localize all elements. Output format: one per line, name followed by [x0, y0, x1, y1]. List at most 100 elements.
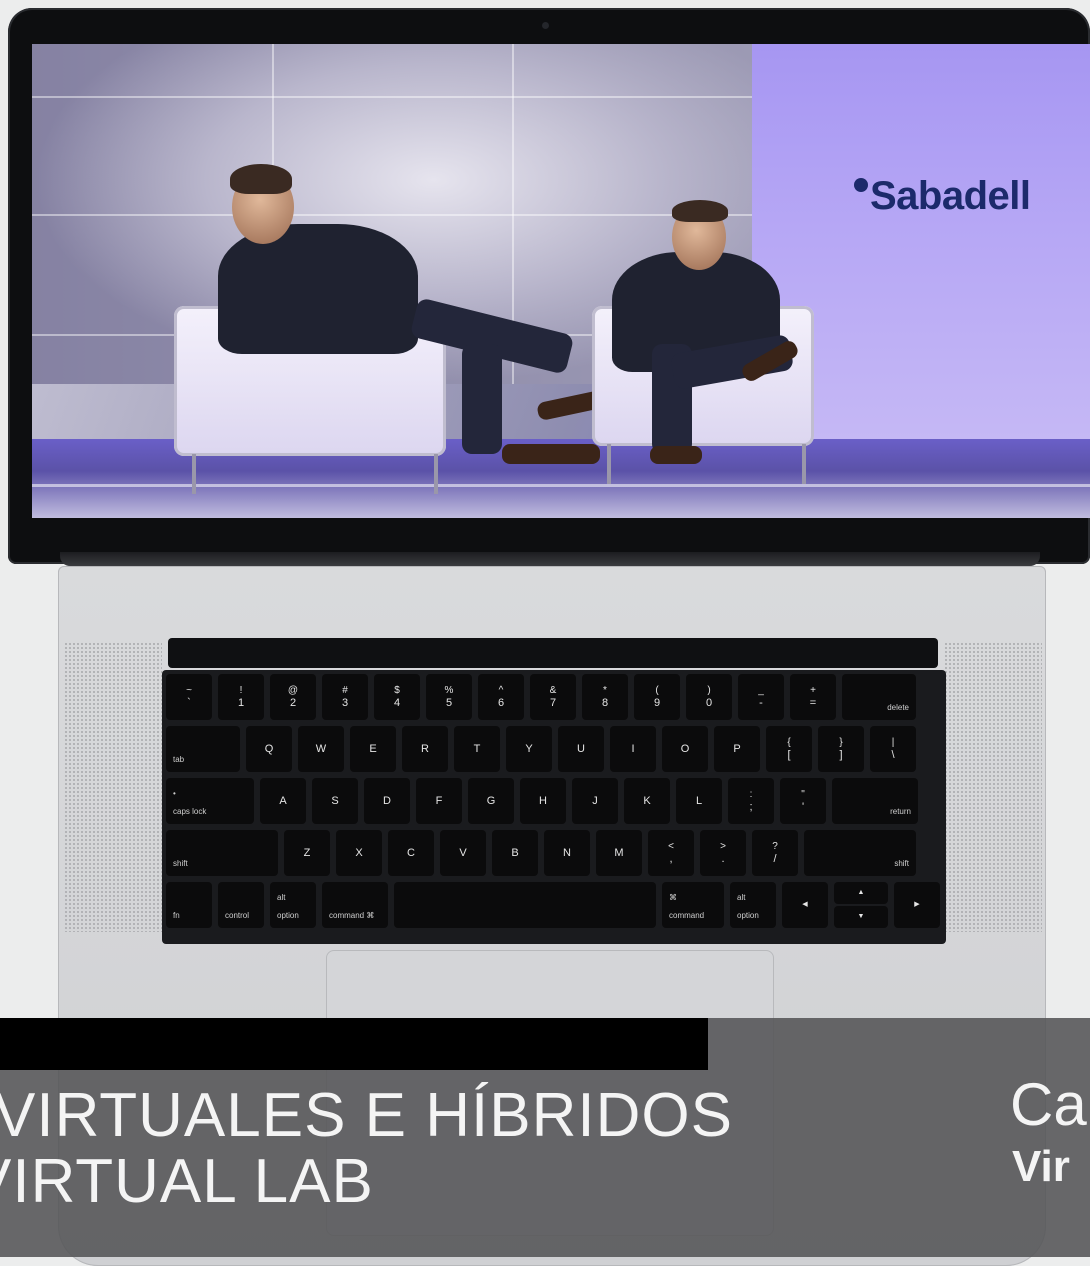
key-m[interactable]: M	[596, 830, 642, 876]
key-tilde[interactable]: ~ `	[166, 674, 212, 720]
key-v[interactable]: V	[440, 830, 486, 876]
key-label: L	[695, 795, 703, 807]
laptop-screen-photo: Sabadell	[32, 44, 1090, 518]
key-arrow-right[interactable]: ▶	[894, 882, 940, 928]
key-shift-left[interactable]: shift	[166, 830, 278, 876]
key-r[interactable]: R	[402, 726, 448, 772]
touch-bar[interactable]	[168, 638, 938, 668]
key-bottom-glyph: ,	[669, 853, 673, 865]
key-n[interactable]: N	[544, 830, 590, 876]
key-arrow-left[interactable]: ◀	[782, 882, 828, 928]
key-bottom-glyph: =	[809, 697, 817, 709]
key-label: A	[279, 795, 287, 807]
key-l[interactable]: L	[676, 778, 722, 824]
key-c[interactable]: C	[388, 830, 434, 876]
key-bottom-glyph: 0	[705, 697, 713, 709]
key-right-bracket[interactable]: }]	[818, 726, 864, 772]
camera-icon	[542, 22, 549, 29]
key-f[interactable]: F	[416, 778, 462, 824]
key-slash[interactable]: ? /	[752, 830, 798, 876]
key-q[interactable]: Q	[246, 726, 292, 772]
chair-leg	[434, 454, 438, 494]
key-label: N	[563, 847, 571, 859]
arrow-up-icon: ▲	[857, 889, 865, 896]
key-label: shift	[894, 859, 909, 868]
key-6[interactable]: ^ 6	[478, 674, 524, 720]
key-period[interactable]: >.	[700, 830, 746, 876]
key-comma[interactable]: <,	[648, 830, 694, 876]
key-label: control	[225, 911, 250, 920]
key-bottom-glyph: 3	[341, 697, 349, 709]
key-4[interactable]: $4	[374, 674, 420, 720]
key-left-bracket[interactable]: {[	[766, 726, 812, 772]
key-label: G	[486, 795, 496, 807]
key-fn[interactable]: fn	[166, 882, 212, 928]
key-bottom-glyph: -	[759, 697, 763, 709]
key-bottom-glyph: 9	[653, 697, 661, 709]
key-command-left[interactable]: command ⌘	[322, 882, 388, 928]
key-8[interactable]: * 8	[582, 674, 628, 720]
key-top-glyph: &	[549, 685, 557, 696]
banner-title-line-2: VIRTUAL LAB	[0, 1147, 374, 1216]
speaker-left-hair	[230, 164, 292, 194]
key-label: shift	[173, 859, 188, 868]
key-space[interactable]	[394, 882, 656, 928]
key-y[interactable]: Y	[506, 726, 552, 772]
key-command-right[interactable]: ⌘ command	[662, 882, 724, 928]
key-option-right[interactable]: alt option	[730, 882, 776, 928]
key-label: K	[643, 795, 651, 807]
key-arrow-up[interactable]: ▲	[834, 882, 888, 904]
video-wall-seam	[32, 214, 762, 216]
key-label: delete	[887, 703, 909, 712]
key-e[interactable]: E	[350, 726, 396, 772]
key-label: H	[539, 795, 547, 807]
key-p[interactable]: P	[714, 726, 760, 772]
key-d[interactable]: D	[364, 778, 410, 824]
key-j[interactable]: J	[572, 778, 618, 824]
key-control[interactable]: control	[218, 882, 264, 928]
key-bottom-glyph: .	[721, 853, 725, 865]
key-s[interactable]: S	[312, 778, 358, 824]
key-tab[interactable]: tab	[166, 726, 240, 772]
key-2[interactable]: @2	[270, 674, 316, 720]
key-bottom-glyph: 6	[497, 697, 505, 709]
key-semicolon[interactable]: :;	[728, 778, 774, 824]
key-option-left[interactable]: alt option	[270, 882, 316, 928]
key-t[interactable]: T	[454, 726, 500, 772]
key-top-glyph: }	[839, 737, 843, 748]
key-o[interactable]: O	[662, 726, 708, 772]
arrow-right-icon: ▶	[914, 901, 920, 908]
key-3[interactable]: #3	[322, 674, 368, 720]
key-0[interactable]: ) 0	[686, 674, 732, 720]
key-equals[interactable]: + =	[790, 674, 836, 720]
speaker-left-shoe	[502, 444, 600, 464]
keyboard-row-numbers: ~ ` ! 1 @2 #3 $4 % 5 ^ 6 & 7 * 8 (9 ) 0 _ - + = d…	[166, 674, 916, 720]
key-shift-right[interactable]: shift	[804, 830, 916, 876]
key-bottom-glyph: '	[801, 801, 805, 813]
key-i[interactable]: I	[610, 726, 656, 772]
key-arrow-down[interactable]: ▼	[834, 906, 888, 928]
key-1[interactable]: ! 1	[218, 674, 264, 720]
key-g[interactable]: G	[468, 778, 514, 824]
key-minus[interactable]: _ -	[738, 674, 784, 720]
key-w[interactable]: W	[298, 726, 344, 772]
key-backslash[interactable]: | \	[870, 726, 916, 772]
key-bottom-glyph: `	[187, 697, 191, 709]
key-z[interactable]: Z	[284, 830, 330, 876]
key-x[interactable]: X	[336, 830, 382, 876]
key-k[interactable]: K	[624, 778, 670, 824]
key-quote[interactable]: " '	[780, 778, 826, 824]
key-9[interactable]: (9	[634, 674, 680, 720]
key-h[interactable]: H	[520, 778, 566, 824]
key-u[interactable]: U	[558, 726, 604, 772]
keyboard-row-bottom-letters: shift Z X C V B N M <, >. ? / shift	[166, 830, 916, 876]
key-7[interactable]: & 7	[530, 674, 576, 720]
key-b[interactable]: B	[492, 830, 538, 876]
key-label: P	[733, 743, 741, 755]
key-return[interactable]: return	[832, 778, 918, 824]
key-a[interactable]: A	[260, 778, 306, 824]
key-delete[interactable]: delete	[842, 674, 916, 720]
key-caps-lock[interactable]: • caps lock	[166, 778, 254, 824]
key-5[interactable]: % 5	[426, 674, 472, 720]
key-bottom-glyph: 1	[237, 697, 245, 709]
